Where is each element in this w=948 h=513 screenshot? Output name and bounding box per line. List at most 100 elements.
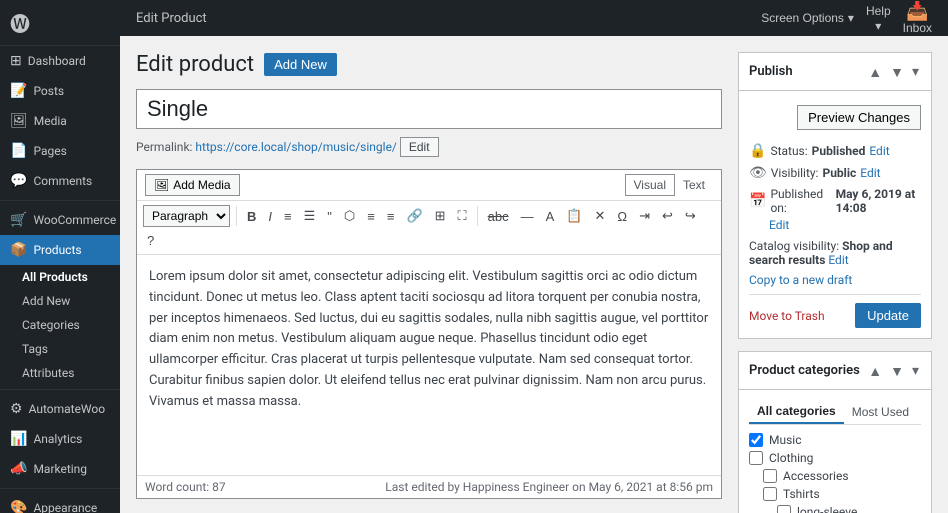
category-tshirts-label: Tshirts bbox=[783, 487, 820, 501]
categories-collapse-down[interactable]: ▼ bbox=[888, 361, 906, 381]
topbar-title: Edit Product bbox=[136, 11, 207, 26]
sidebar-item-posts[interactable]: 📝 Posts bbox=[0, 76, 120, 106]
category-tshirts: Tshirts bbox=[749, 487, 921, 501]
most-used-tab[interactable]: Most Used bbox=[844, 400, 917, 424]
visibility-edit-link[interactable]: Edit bbox=[860, 166, 880, 180]
align-right-button[interactable]: ≡ bbox=[383, 207, 399, 226]
indent-button[interactable]: ⇥ bbox=[635, 206, 654, 226]
permalink-bar: Permalink: https://core.local/shop/music… bbox=[136, 137, 722, 157]
fullscreen-button[interactable]: ⛶ bbox=[454, 206, 471, 226]
sidebar-item-appearance[interactable]: 🎨 Appearance bbox=[0, 493, 120, 513]
marketing-icon: 📣 bbox=[10, 461, 27, 477]
publish-meta-box-header[interactable]: Publish ▲ ▼ ▾ bbox=[739, 53, 931, 91]
right-sidebar: Publish ▲ ▼ ▾ Preview Changes 🔒 Status: … bbox=[738, 36, 948, 513]
help-button[interactable]: Help ▾ bbox=[866, 4, 891, 33]
content-area: Edit product Add New Permalink: https://… bbox=[120, 36, 948, 513]
category-long-sleeve-checkbox[interactable] bbox=[777, 505, 791, 513]
media-icon: 🖼 bbox=[10, 113, 28, 129]
inbox-button[interactable]: 📥 Inbox bbox=[903, 2, 932, 35]
publish-collapse-down[interactable]: ▼ bbox=[888, 62, 906, 82]
sidebar-item-label: Media bbox=[34, 114, 67, 128]
italic-button[interactable]: I bbox=[264, 207, 276, 226]
permalink-link[interactable]: https://core.local/shop/music/single/ bbox=[195, 140, 396, 154]
sidebar-item-label: Appearance bbox=[33, 501, 97, 513]
category-accessories-checkbox[interactable] bbox=[763, 469, 777, 483]
sidebar-item-all-products[interactable]: All Products bbox=[0, 265, 120, 289]
published-edit-link[interactable]: Edit bbox=[769, 218, 789, 232]
strikethrough-button[interactable]: abc bbox=[484, 207, 513, 226]
update-button[interactable]: Update bbox=[855, 303, 921, 328]
copy-to-draft-link[interactable]: Copy to a new draft bbox=[749, 273, 852, 287]
sidebar-item-marketing[interactable]: 📣 Marketing bbox=[0, 454, 120, 484]
published-label: Published on: bbox=[770, 187, 824, 215]
add-new-button[interactable]: Add New bbox=[264, 53, 337, 76]
publish-collapse-up[interactable]: ▲ bbox=[866, 62, 884, 82]
sidebar-item-products[interactable]: 📦 Products bbox=[0, 235, 120, 265]
hr-button[interactable]: — bbox=[517, 207, 538, 226]
screen-options-button[interactable]: Screen Options ▾ bbox=[761, 11, 854, 25]
analytics-icon: 📊 bbox=[10, 431, 27, 447]
sidebar-item-add-new[interactable]: Add New bbox=[0, 289, 120, 313]
category-music-checkbox[interactable] bbox=[749, 433, 763, 447]
sidebar-item-automatewoo[interactable]: ⚙ AutomateWoo bbox=[0, 394, 120, 424]
chevron-down-icon: ▾ bbox=[848, 11, 854, 25]
category-accessories: Accessories bbox=[749, 469, 921, 483]
sidebar-item-analytics[interactable]: 📊 Analytics bbox=[0, 424, 120, 454]
paragraph-select[interactable]: Paragraph bbox=[143, 205, 230, 227]
align-center-button[interactable]: ≡ bbox=[363, 207, 379, 226]
product-categories-header[interactable]: Product categories ▲ ▼ ▾ bbox=[739, 352, 931, 390]
add-media-button[interactable]: 🖼 Add Media bbox=[145, 174, 240, 196]
sidebar-item-label: WooCommerce bbox=[33, 213, 116, 227]
product-categories-body: All categories Most Used Music Clothing bbox=[739, 390, 931, 513]
status-edit-link[interactable]: Edit bbox=[869, 144, 889, 158]
unordered-list-button[interactable]: ☰ bbox=[300, 206, 320, 226]
text-mode-button[interactable]: Text bbox=[675, 174, 713, 196]
redo-button[interactable]: ↪ bbox=[681, 206, 700, 226]
omega-button[interactable]: Ω bbox=[613, 207, 631, 226]
product-title-input[interactable] bbox=[136, 89, 722, 129]
editor-box: 🖼 Add Media Visual Text Paragraph B bbox=[136, 169, 722, 499]
posts-icon: 📝 bbox=[10, 83, 27, 99]
help-toolbar-button[interactable]: ? bbox=[143, 231, 158, 250]
automatewoo-icon: ⚙ bbox=[10, 401, 23, 417]
category-accessories-label: Accessories bbox=[783, 469, 849, 483]
sidebar-item-comments[interactable]: 💬 Comments bbox=[0, 166, 120, 196]
sidebar-item-woocommerce[interactable]: 🛒 WooCommerce bbox=[0, 205, 120, 235]
sidebar-item-label: Products bbox=[33, 243, 81, 257]
blockquote-button[interactable]: " bbox=[323, 207, 336, 226]
sidebar-item-pages[interactable]: 📄 Pages bbox=[0, 136, 120, 166]
bold-button[interactable]: B bbox=[243, 207, 260, 226]
undo-button[interactable]: ↩ bbox=[658, 206, 677, 226]
sidebar-item-label: Tags bbox=[22, 342, 48, 356]
ordered-list-button[interactable]: ≡ bbox=[280, 207, 296, 226]
sidebar-item-attributes[interactable]: Attributes bbox=[0, 361, 120, 385]
categories-toggle[interactable]: ▾ bbox=[910, 360, 921, 381]
link-button[interactable]: 🔗 bbox=[402, 206, 426, 226]
paste-button[interactable]: 📋 bbox=[562, 206, 586, 226]
comments-icon: 💬 bbox=[10, 173, 27, 189]
main-area: Edit Product Screen Options ▾ Help ▾ 📥 I… bbox=[120, 0, 948, 513]
editor-content[interactable]: Lorem ipsum dolor sit amet, consectetur … bbox=[137, 255, 721, 475]
all-categories-tab[interactable]: All categories bbox=[749, 400, 844, 424]
visual-mode-button[interactable]: Visual bbox=[625, 174, 675, 196]
category-tshirts-checkbox[interactable] bbox=[763, 487, 777, 501]
publish-toggle[interactable]: ▾ bbox=[910, 61, 921, 82]
sidebar-item-media[interactable]: 🖼 Media bbox=[0, 106, 120, 136]
dashboard-icon: ⊞ bbox=[10, 53, 22, 69]
sidebar-item-dashboard[interactable]: ⊞ Dashboard bbox=[0, 46, 120, 76]
edit-permalink-button[interactable]: Edit bbox=[400, 137, 439, 157]
align-left-button[interactable]: ⬡ bbox=[340, 206, 359, 226]
clear-button[interactable]: ✕ bbox=[590, 206, 609, 226]
category-clothing-checkbox[interactable] bbox=[749, 451, 763, 465]
sidebar-item-tags[interactable]: Tags bbox=[0, 337, 120, 361]
catalog-edit-link[interactable]: Edit bbox=[828, 253, 848, 267]
preview-changes-button[interactable]: Preview Changes bbox=[797, 105, 921, 130]
text-color-button[interactable]: A bbox=[542, 207, 559, 226]
sidebar-item-categories[interactable]: Categories bbox=[0, 313, 120, 337]
categories-collapse-up[interactable]: ▲ bbox=[866, 361, 884, 381]
add-media-label: Add Media bbox=[173, 178, 230, 192]
category-long-sleeve-label: long-sleeve bbox=[797, 505, 857, 513]
more-button[interactable]: ⊞ bbox=[431, 206, 450, 226]
move-to-trash-link[interactable]: Move to Trash bbox=[749, 309, 825, 323]
appearance-icon: 🎨 bbox=[10, 500, 27, 513]
